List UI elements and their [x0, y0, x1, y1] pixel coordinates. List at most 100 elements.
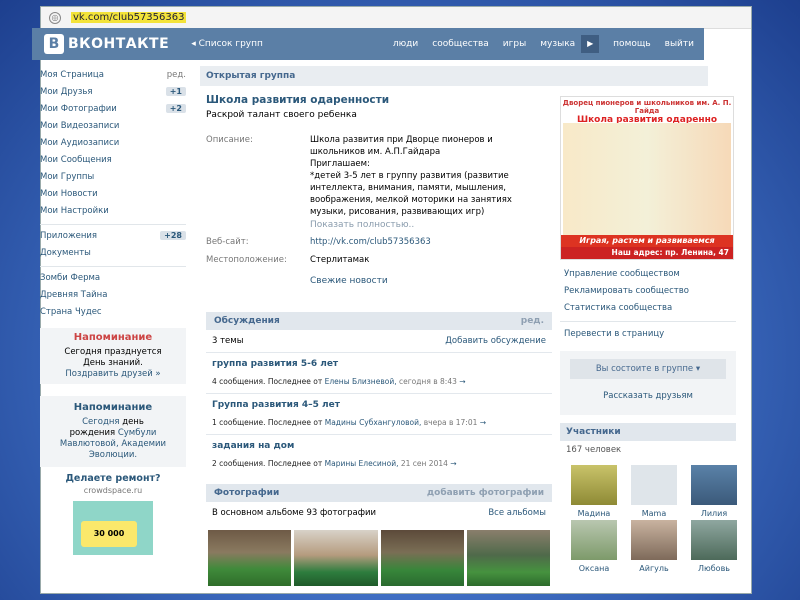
ad-block[interactable]: Делаете ремонт? crowdspace.ru 30 000 [40, 473, 186, 555]
avatar[interactable] [691, 465, 737, 505]
avatar[interactable] [631, 520, 677, 560]
ad-title[interactable]: Делаете ремонт? [40, 473, 186, 484]
sidebar-item-docs[interactable]: Документы [32, 244, 194, 261]
topic-title[interactable]: группа развития 5-6 лет [212, 359, 546, 369]
membership-dropdown[interactable]: Вы состоите в группе ▾ [570, 359, 726, 379]
ad-card: 30 000 [81, 521, 137, 547]
nav-games[interactable]: игры [503, 39, 526, 49]
photo-thumbnail[interactable] [208, 530, 292, 586]
topic-author[interactable]: Мадины Субхангуловой, [325, 418, 422, 427]
advertise-community-link[interactable]: Рекламировать сообщество [560, 283, 736, 300]
address-bar[interactable]: ◎ vk.com/club57356363 [41, 7, 751, 29]
desc-line: Школа развития при Дворце пионеров и [310, 135, 493, 145]
discussions-subheader: 3 темы Добавить обсуждение [206, 330, 552, 353]
sidebar-item-my-page[interactable]: Моя Страница ред. [32, 66, 194, 83]
desc-line: интеллекта, внимания, памяти, мышления, [310, 183, 506, 193]
photo-thumbnail[interactable] [380, 530, 464, 586]
member-item[interactable]: Mama [626, 465, 682, 518]
member-item[interactable]: Любовь [686, 520, 742, 573]
sidebar-item-messages[interactable]: Мои Сообщения [32, 151, 194, 168]
manage-community-link[interactable]: Управление сообществом [560, 266, 736, 283]
sidebar-item-game[interactable]: Зомби Ферма [32, 269, 194, 286]
ad-image[interactable]: 30 000 [73, 501, 153, 555]
all-albums-link[interactable]: Все альбомы [488, 508, 546, 518]
member-name[interactable]: Mama [642, 509, 667, 518]
url-text[interactable]: vk.com/club57356363 [71, 12, 187, 23]
add-photos-link[interactable]: добавить фотографии [427, 488, 544, 498]
photo-thumbnail[interactable] [294, 530, 378, 586]
arrow-icon[interactable]: → [480, 418, 486, 427]
members-header[interactable]: Участники [560, 423, 736, 441]
convert-to-page-link[interactable]: Перевести в страницу [560, 326, 736, 343]
avatar[interactable] [571, 520, 617, 560]
community-stats-link[interactable]: Статистика сообщества [560, 300, 736, 317]
congratulate-link[interactable]: Поздравить друзей » [44, 369, 182, 380]
arrow-icon[interactable]: → [459, 377, 465, 386]
website-link[interactable]: http://vk.com/club57356363 [310, 236, 546, 248]
topics-count: 3 темы [212, 336, 244, 346]
play-icon[interactable]: ▶ [581, 35, 600, 53]
edit-link[interactable]: ред. [167, 70, 186, 80]
sidebar-item-friends[interactable]: Мои Друзья +1 [32, 83, 194, 100]
latest-news-link[interactable]: Свежие новости [310, 276, 546, 286]
nav-help[interactable]: помощь [613, 39, 650, 49]
member-name[interactable]: Любовь [698, 564, 730, 573]
desc-line: музыки, рисования, развивающих игр) [310, 207, 485, 217]
member-item[interactable]: Айгуль [626, 520, 682, 573]
topic-title[interactable]: Группа развития 4–5 лет [212, 400, 546, 410]
topic-author[interactable]: Марины Елесиной, [325, 459, 399, 468]
reminder-title: Напоминание [73, 402, 153, 413]
member-name[interactable]: Лилия [701, 509, 727, 518]
photos-header: Фотографии добавить фотографии [206, 484, 552, 502]
sidebar-item-apps[interactable]: Приложения +28 [32, 227, 194, 244]
discussions-title[interactable]: Обсуждения [214, 316, 280, 326]
nav-people[interactable]: люди [393, 39, 418, 49]
member-name[interactable]: Оксана [579, 564, 610, 573]
edit-discussions-link[interactable]: ред. [521, 316, 544, 326]
group-status: Раскрой талант своего ребенка [206, 110, 357, 120]
photos-title[interactable]: Фотографии [214, 488, 279, 498]
main-content: Открытая группа Школа развития одареннос… [200, 66, 708, 586]
member-name[interactable]: Мадина [578, 509, 611, 518]
sidebar-item-news[interactable]: Мои Новости [32, 185, 194, 202]
arrow-icon[interactable]: → [450, 459, 456, 468]
member-item[interactable]: Лилия [686, 465, 742, 518]
photos-count: В основном альбоме 93 фотографии [212, 508, 377, 518]
description-text: Школа развития при Дворце пионеров и шко… [310, 134, 546, 218]
topic-author[interactable]: Елены Близневой, [325, 377, 397, 386]
avatar[interactable] [691, 520, 737, 560]
logo-letter: В [44, 34, 64, 54]
show-more-link[interactable]: Показать полностью.. [310, 220, 546, 230]
sidebar-item-groups[interactable]: Мои Группы [32, 168, 194, 185]
nav-communities[interactable]: сообщества [432, 39, 489, 49]
member-name[interactable]: Айгуль [639, 564, 668, 573]
sidebar-label: Зомби Ферма [40, 272, 101, 283]
sidebar-item-videos[interactable]: Мои Видеозаписи [32, 117, 194, 134]
sidebar-item-audio[interactable]: Мои Аудиозаписи [32, 134, 194, 151]
invite-friends-link[interactable]: Рассказать друзьям [570, 391, 726, 401]
avatar[interactable] [631, 465, 677, 505]
sidebar-label: Страна Чудес [40, 306, 102, 317]
sidebar-item-photos[interactable]: Мои Фотографии +2 [32, 100, 194, 117]
reminder-title: Напоминание [73, 332, 153, 343]
sidebar-label: Документы [40, 247, 91, 258]
topic-count: 1 сообщение. Последнее от [212, 418, 323, 427]
nav-logout[interactable]: выйти [665, 39, 694, 49]
member-item[interactable]: Мадина [566, 465, 622, 518]
vk-logo[interactable]: В ВКОНТАКТЕ [44, 34, 169, 54]
member-item[interactable]: Оксана [566, 520, 622, 573]
group-avatar-poster[interactable]: Дворец пионеров и школьников им. А. П. Г… [560, 96, 734, 260]
location-value: Стерлитамак [310, 255, 370, 265]
photo-thumbnail[interactable] [466, 530, 550, 586]
poster-address: Наш адрес: пр. Ленина, 47 [561, 247, 733, 259]
topic-title[interactable]: задания на дом [212, 441, 546, 451]
group-list-link[interactable]: ◂ Список групп [191, 39, 263, 49]
sidebar-item-game[interactable]: Страна Чудес [32, 303, 194, 320]
count-badge: +1 [165, 87, 186, 96]
add-discussion-link[interactable]: Добавить обсуждение [445, 336, 546, 346]
sidebar-item-game[interactable]: Древняя Тайна [32, 286, 194, 303]
avatar[interactable] [571, 465, 617, 505]
nav-music[interactable]: музыка [540, 39, 575, 49]
sidebar-label: Мои Видеозаписи [40, 120, 120, 131]
sidebar-item-settings[interactable]: Мои Настройки [32, 202, 194, 219]
